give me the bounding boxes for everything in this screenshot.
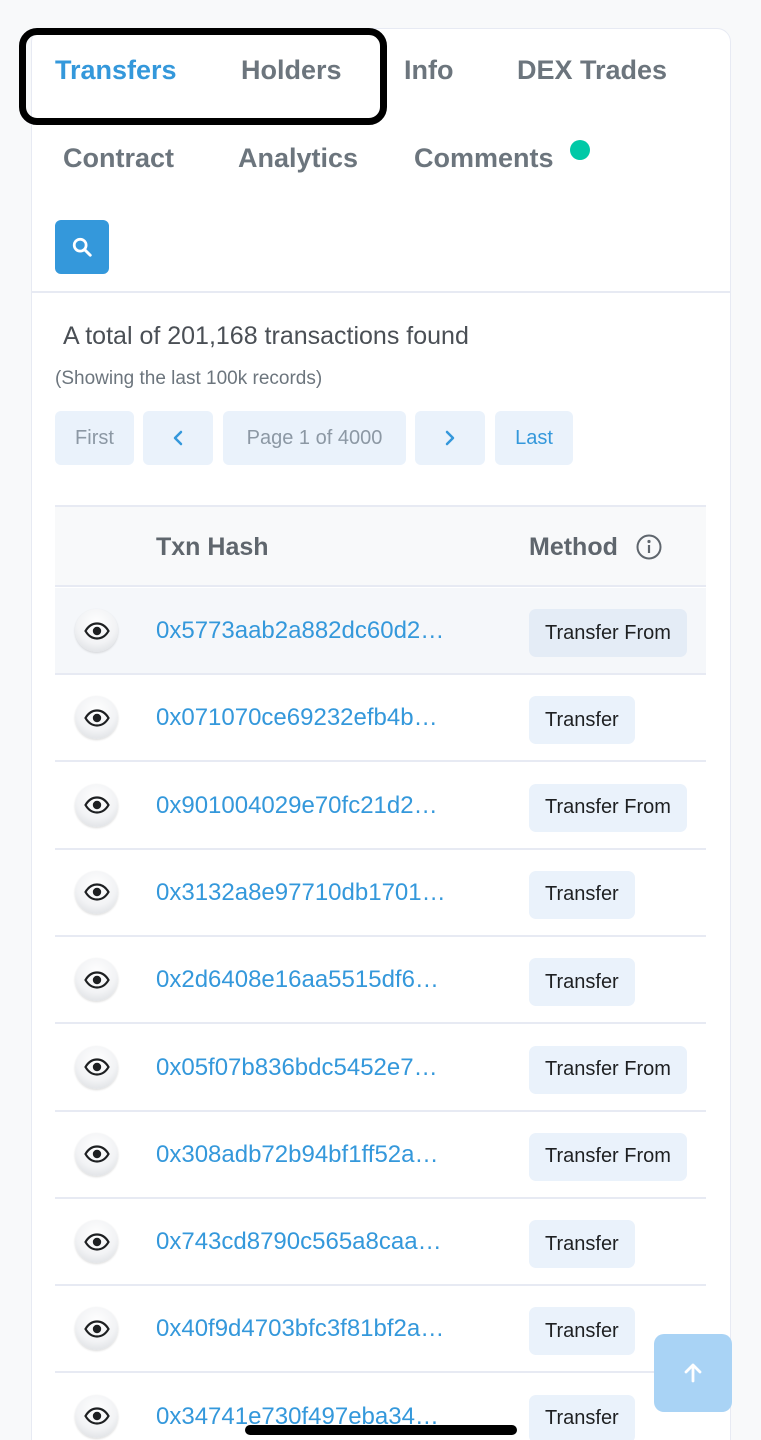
chevron-left-icon <box>173 430 183 446</box>
eye-icon <box>83 1407 110 1425</box>
info-icon[interactable] <box>635 533 663 561</box>
method-badge: Transfer <box>529 696 635 745</box>
scroll-to-top-button[interactable] <box>654 1334 732 1412</box>
pagination-first-button[interactable]: First <box>55 411 134 465</box>
txn-hash-link[interactable]: 0x901004029e70fc21d2… <box>156 792 486 820</box>
table-row: 0x308adb72b94bf1ff52a… Transfer From <box>55 1112 706 1199</box>
search-button[interactable] <box>55 220 109 274</box>
tab-dex-trades[interactable]: DEX Trades <box>517 55 667 86</box>
column-header-method: Method <box>529 533 618 561</box>
chevron-right-icon <box>445 430 455 446</box>
method-badge: Transfer From <box>529 783 687 832</box>
pagination-prev-button[interactable] <box>143 411 213 465</box>
view-details-button[interactable] <box>75 1132 118 1176</box>
view-details-button[interactable] <box>75 1394 118 1438</box>
txn-hash-link[interactable]: 0x05f07b836bdc5452e7… <box>156 1054 486 1082</box>
txn-hash-link[interactable]: 0x743cd8790c565a8caa… <box>156 1228 486 1256</box>
txn-hash-link[interactable]: 0x3132a8e97710db1701… <box>156 879 486 907</box>
view-details-button[interactable] <box>75 696 118 740</box>
eye-icon <box>83 621 110 640</box>
table-row: 0x5773aab2a882dc60d2… Transfer From <box>55 588 706 675</box>
method-badge: Transfer <box>529 870 635 919</box>
table-row: 0x3132a8e97710db1701… Transfer <box>55 850 706 937</box>
table-row: 0x901004029e70fc21d2… Transfer From <box>55 763 706 850</box>
arrow-up-icon <box>684 1363 702 1383</box>
view-details-button[interactable] <box>75 783 118 827</box>
tab-comments[interactable]: Comments <box>414 143 554 174</box>
tab-info[interactable]: Info <box>404 55 453 86</box>
search-icon <box>72 237 92 257</box>
table-row: 0x2d6408e16aa5515df6… Transfer <box>55 937 706 1025</box>
view-details-button[interactable] <box>75 1220 118 1264</box>
txn-hash-link[interactable]: 0x071070ce69232efb4b… <box>156 704 486 732</box>
table-row: 0x743cd8790c565a8caa… Transfer <box>55 1199 706 1287</box>
method-badge: Transfer <box>529 958 635 1007</box>
pagination-page-info: Page 1 of 4000 <box>223 411 406 465</box>
column-header-txn-hash: Txn Hash <box>156 533 269 561</box>
txn-hash-link[interactable]: 0x308adb72b94bf1ff52a… <box>156 1141 486 1169</box>
eye-icon <box>83 1058 110 1076</box>
eye-icon <box>83 709 110 727</box>
view-details-button[interactable] <box>75 1307 118 1351</box>
method-badge: Transfer From <box>529 1045 687 1094</box>
view-details-button[interactable] <box>75 1045 118 1089</box>
table-row: 0x40f9d4703bfc3f81bf2a… Transfer <box>55 1286 706 1374</box>
txn-hash-link[interactable]: 0x2d6408e16aa5515df6… <box>156 966 486 994</box>
method-badge: Transfer From <box>529 609 687 657</box>
highlight-annotation-box <box>19 28 387 125</box>
table-row: 0x05f07b836bdc5452e7… Transfer From <box>55 1025 706 1112</box>
notification-dot <box>570 140 590 160</box>
method-badge: Transfer From <box>529 1132 687 1181</box>
txn-hash-link[interactable]: 0x5773aab2a882dc60d2… <box>156 617 486 645</box>
eye-icon <box>83 1145 110 1163</box>
eye-icon <box>83 971 110 989</box>
table-header: Txn Hash Method <box>55 505 706 587</box>
pagination-next-button[interactable] <box>415 411 485 465</box>
pagination-last-button[interactable]: Last <box>495 411 573 465</box>
total-transactions-text: A total of 201,168 transactions found <box>63 322 469 350</box>
eye-icon <box>83 883 110 901</box>
method-badge: Transfer <box>529 1394 635 1440</box>
method-badge: Transfer <box>529 1307 635 1356</box>
tab-contract[interactable]: Contract <box>63 143 174 174</box>
view-details-button[interactable] <box>75 958 118 1002</box>
tab-analytics[interactable]: Analytics <box>238 143 358 174</box>
eye-icon <box>83 796 110 814</box>
showing-records-note: (Showing the last 100k records) <box>55 368 323 389</box>
eye-icon <box>83 1320 110 1338</box>
home-indicator <box>245 1425 517 1435</box>
method-badge: Transfer <box>529 1220 635 1269</box>
table-row: 0x071070ce69232efb4b… Transfer <box>55 675 706 763</box>
txn-hash-link[interactable]: 0x40f9d4703bfc3f81bf2a… <box>156 1315 486 1343</box>
eye-icon <box>83 1232 110 1251</box>
section-divider <box>32 291 730 293</box>
view-details-button[interactable] <box>75 609 118 652</box>
view-details-button[interactable] <box>75 870 118 914</box>
